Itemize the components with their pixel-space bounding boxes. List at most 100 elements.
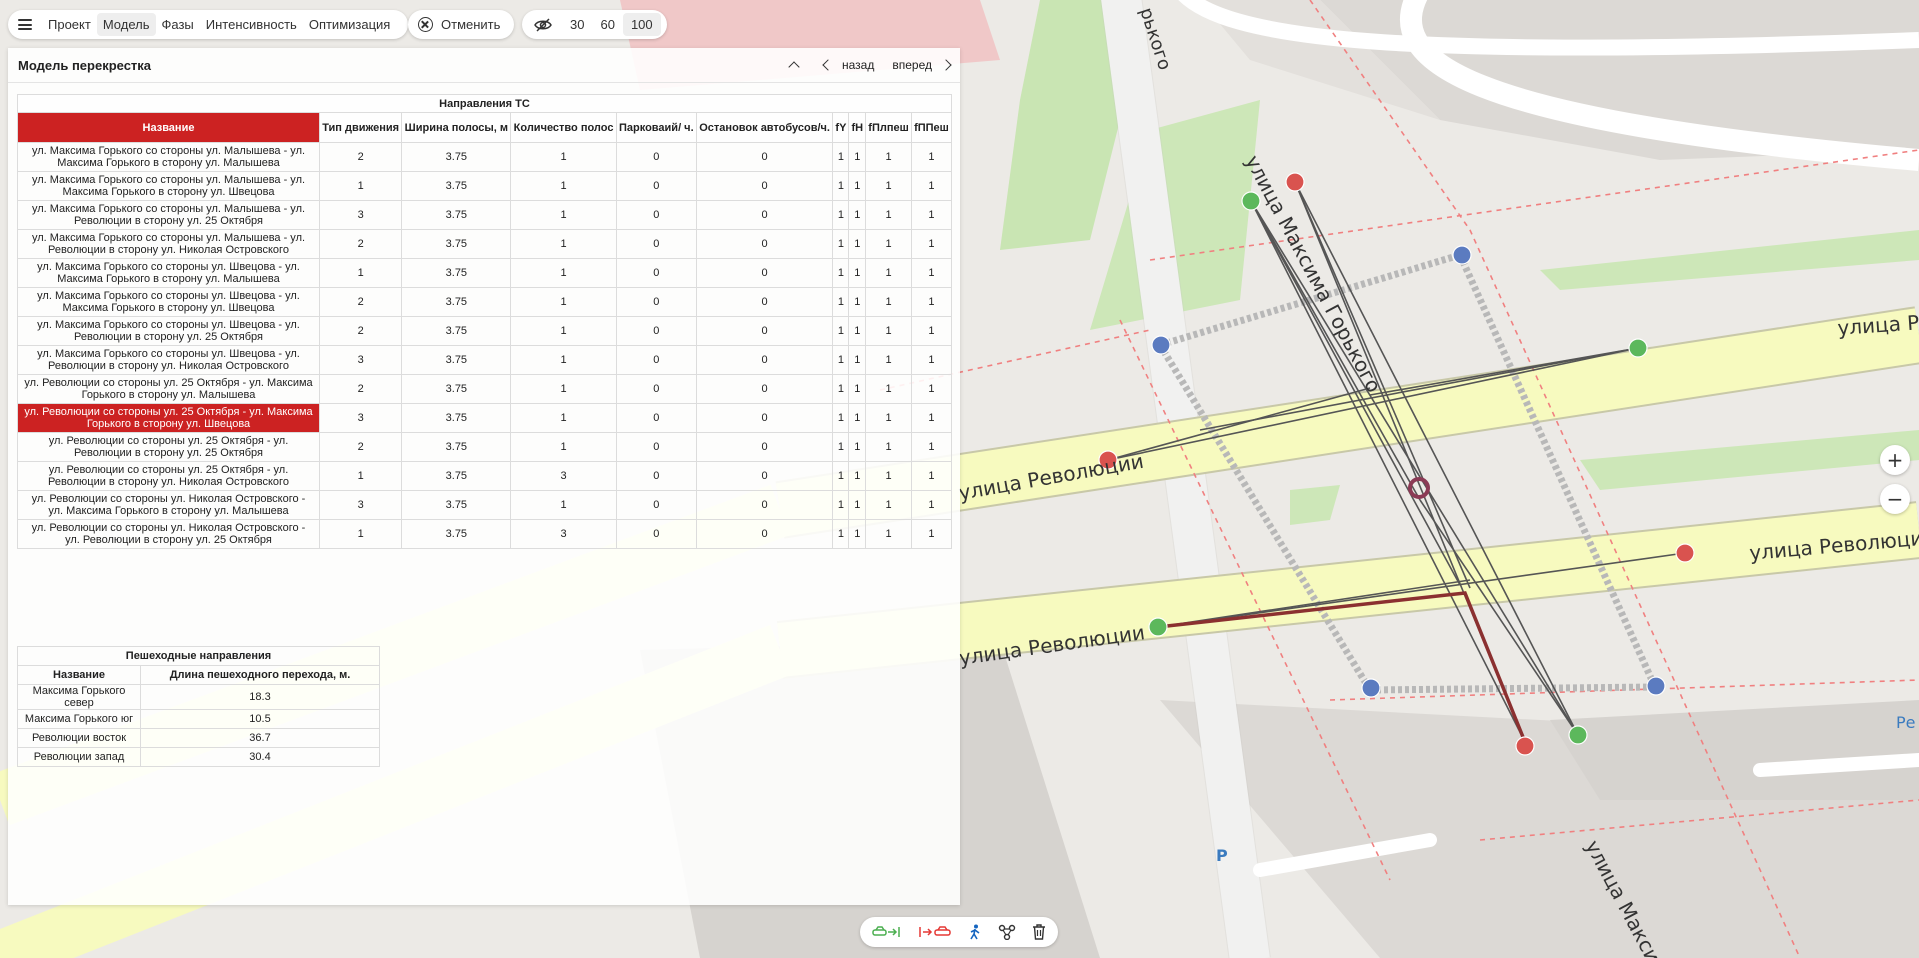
table-cell[interactable]: 1 — [510, 287, 617, 317]
table-cell[interactable]: 0 — [695, 519, 834, 549]
table-cell[interactable]: 1 — [848, 142, 867, 172]
table-cell[interactable]: 3 — [510, 519, 617, 549]
scale-option-30[interactable]: 30 — [562, 17, 592, 32]
table-cell[interactable]: 3.75 — [401, 374, 512, 404]
menu-item-project[interactable]: Проект — [42, 17, 97, 32]
car-depart-tool-icon[interactable] — [918, 925, 952, 939]
table-cell[interactable]: 1 — [865, 519, 912, 549]
table-cell[interactable]: 1 — [848, 403, 867, 433]
direction-name-cell[interactable]: ул. Максима Горького со стороны ул. Малы… — [17, 200, 320, 230]
table-cell[interactable]: 1 — [832, 519, 850, 549]
table-row[interactable]: ул. Максима Горького со стороны ул. Малы… — [17, 142, 953, 172]
table-cell[interactable]: 3 — [318, 490, 403, 520]
crossing-length-cell[interactable]: 30.4 — [140, 747, 380, 767]
table-cell[interactable]: 1 — [865, 200, 912, 230]
table-cell[interactable]: 1 — [832, 374, 850, 404]
table-cell[interactable]: 1 — [865, 171, 912, 201]
table-cell[interactable]: 3.75 — [401, 258, 512, 288]
table-cell[interactable]: 2 — [318, 142, 403, 172]
table-cell[interactable]: 0 — [695, 142, 834, 172]
table-cell[interactable]: 1 — [510, 403, 617, 433]
table-cell[interactable]: 1 — [865, 258, 912, 288]
table-cell[interactable]: 3 — [318, 403, 403, 433]
table-cell[interactable]: 0 — [615, 432, 697, 462]
table-cell[interactable]: 1 — [910, 461, 953, 491]
table-row[interactable]: ул. Максима Горького со стороны ул. Малы… — [17, 200, 953, 230]
table-cell[interactable]: 1 — [832, 403, 850, 433]
direction-name-cell[interactable]: ул. Максима Горького со стороны ул. Швец… — [17, 345, 320, 375]
menu-item-model[interactable]: Модель — [96, 13, 156, 36]
direction-name-cell[interactable]: ул. Революции со стороны ул. 25 Октября … — [17, 403, 320, 433]
table-cell[interactable]: 1 — [510, 258, 617, 288]
table-cell[interactable]: 1 — [318, 461, 403, 491]
table-cell[interactable]: 0 — [695, 200, 834, 230]
forward-button[interactable]: вперед — [892, 58, 952, 72]
table-cell[interactable]: 1 — [910, 519, 953, 549]
table-cell[interactable]: 3.75 — [401, 345, 512, 375]
table-cell[interactable]: 2 — [318, 432, 403, 462]
crossing-name-cell[interactable]: Революции запад — [17, 747, 141, 767]
table-cell[interactable]: 0 — [615, 345, 697, 375]
table-cell[interactable]: 1 — [510, 490, 617, 520]
table-cell[interactable]: 1 — [865, 316, 912, 346]
table-cell[interactable]: 1 — [910, 142, 953, 172]
direction-name-cell[interactable]: ул. Революции со стороны ул. 25 Октября … — [17, 432, 320, 462]
table-cell[interactable]: 1 — [848, 374, 867, 404]
table-cell[interactable]: 1 — [865, 142, 912, 172]
table-cell[interactable]: 1 — [832, 258, 850, 288]
trash-icon[interactable] — [1032, 924, 1046, 940]
table-cell[interactable]: 0 — [615, 171, 697, 201]
table-cell[interactable]: 1 — [848, 287, 867, 317]
table-cell[interactable]: 0 — [695, 490, 834, 520]
zoom-in-button[interactable]: + — [1880, 445, 1910, 475]
table-row[interactable]: ул. Максима Горького со стороны ул. Швец… — [17, 287, 953, 317]
table-cell[interactable]: 3.75 — [401, 200, 512, 230]
table-cell[interactable]: 0 — [615, 142, 697, 172]
table-cell[interactable]: 1 — [848, 258, 867, 288]
table-cell[interactable]: 1 — [910, 287, 953, 317]
table-cell[interactable]: 0 — [615, 519, 697, 549]
direction-name-cell[interactable]: ул. Революции со стороны ул. Николая Ост… — [17, 519, 320, 549]
table-cell[interactable]: 1 — [910, 229, 953, 259]
table-cell[interactable]: 1 — [848, 519, 867, 549]
table-cell[interactable]: 1 — [832, 432, 850, 462]
table-cell[interactable]: 3.75 — [401, 432, 512, 462]
crossing-name-cell[interactable]: Максима Горького север — [17, 684, 141, 710]
back-button[interactable]: назад — [822, 58, 874, 72]
table-cell[interactable]: 0 — [615, 490, 697, 520]
table-row[interactable]: ул. Максима Горького со стороны ул. Швец… — [17, 258, 953, 288]
table-cell[interactable]: 1 — [510, 142, 617, 172]
table-cell[interactable]: 0 — [695, 229, 834, 259]
table-cell[interactable]: 0 — [615, 316, 697, 346]
table-row[interactable]: Революции восток 36.7 — [17, 728, 380, 748]
table-cell[interactable]: 1 — [510, 200, 617, 230]
table-cell[interactable]: 1 — [832, 287, 850, 317]
crossing-length-cell[interactable]: 18.3 — [140, 684, 380, 710]
table-cell[interactable]: 1 — [848, 316, 867, 346]
table-cell[interactable]: 1 — [832, 171, 850, 201]
table-cell[interactable]: 3.75 — [401, 171, 512, 201]
table-row[interactable]: ул. Революции со стороны ул. 25 Октября … — [17, 432, 953, 462]
table-cell[interactable]: 0 — [695, 461, 834, 491]
table-cell[interactable]: 0 — [615, 200, 697, 230]
table-cell[interactable]: 1 — [832, 461, 850, 491]
table-cell[interactable]: 1 — [910, 403, 953, 433]
table-row[interactable]: Революции запад 30.4 — [17, 747, 380, 767]
table-cell[interactable]: 1 — [865, 403, 912, 433]
table-cell[interactable]: 1 — [832, 345, 850, 375]
table-cell[interactable]: 1 — [318, 171, 403, 201]
table-cell[interactable]: 1 — [910, 374, 953, 404]
table-cell[interactable]: 3 — [318, 200, 403, 230]
table-cell[interactable]: 3.75 — [401, 519, 512, 549]
table-cell[interactable]: 0 — [615, 287, 697, 317]
table-cell[interactable]: 1 — [318, 519, 403, 549]
table-cell[interactable]: 3.75 — [401, 316, 512, 346]
table-cell[interactable]: 1 — [510, 171, 617, 201]
table-cell[interactable]: 1 — [848, 345, 867, 375]
scale-option-60[interactable]: 60 — [592, 17, 622, 32]
crossing-length-cell[interactable]: 10.5 — [140, 709, 380, 729]
table-cell[interactable]: 1 — [832, 200, 850, 230]
table-cell[interactable]: 1 — [832, 229, 850, 259]
direction-name-cell[interactable]: ул. Революции со стороны ул. 25 Октября … — [17, 461, 320, 491]
table-cell[interactable]: 1 — [848, 171, 867, 201]
